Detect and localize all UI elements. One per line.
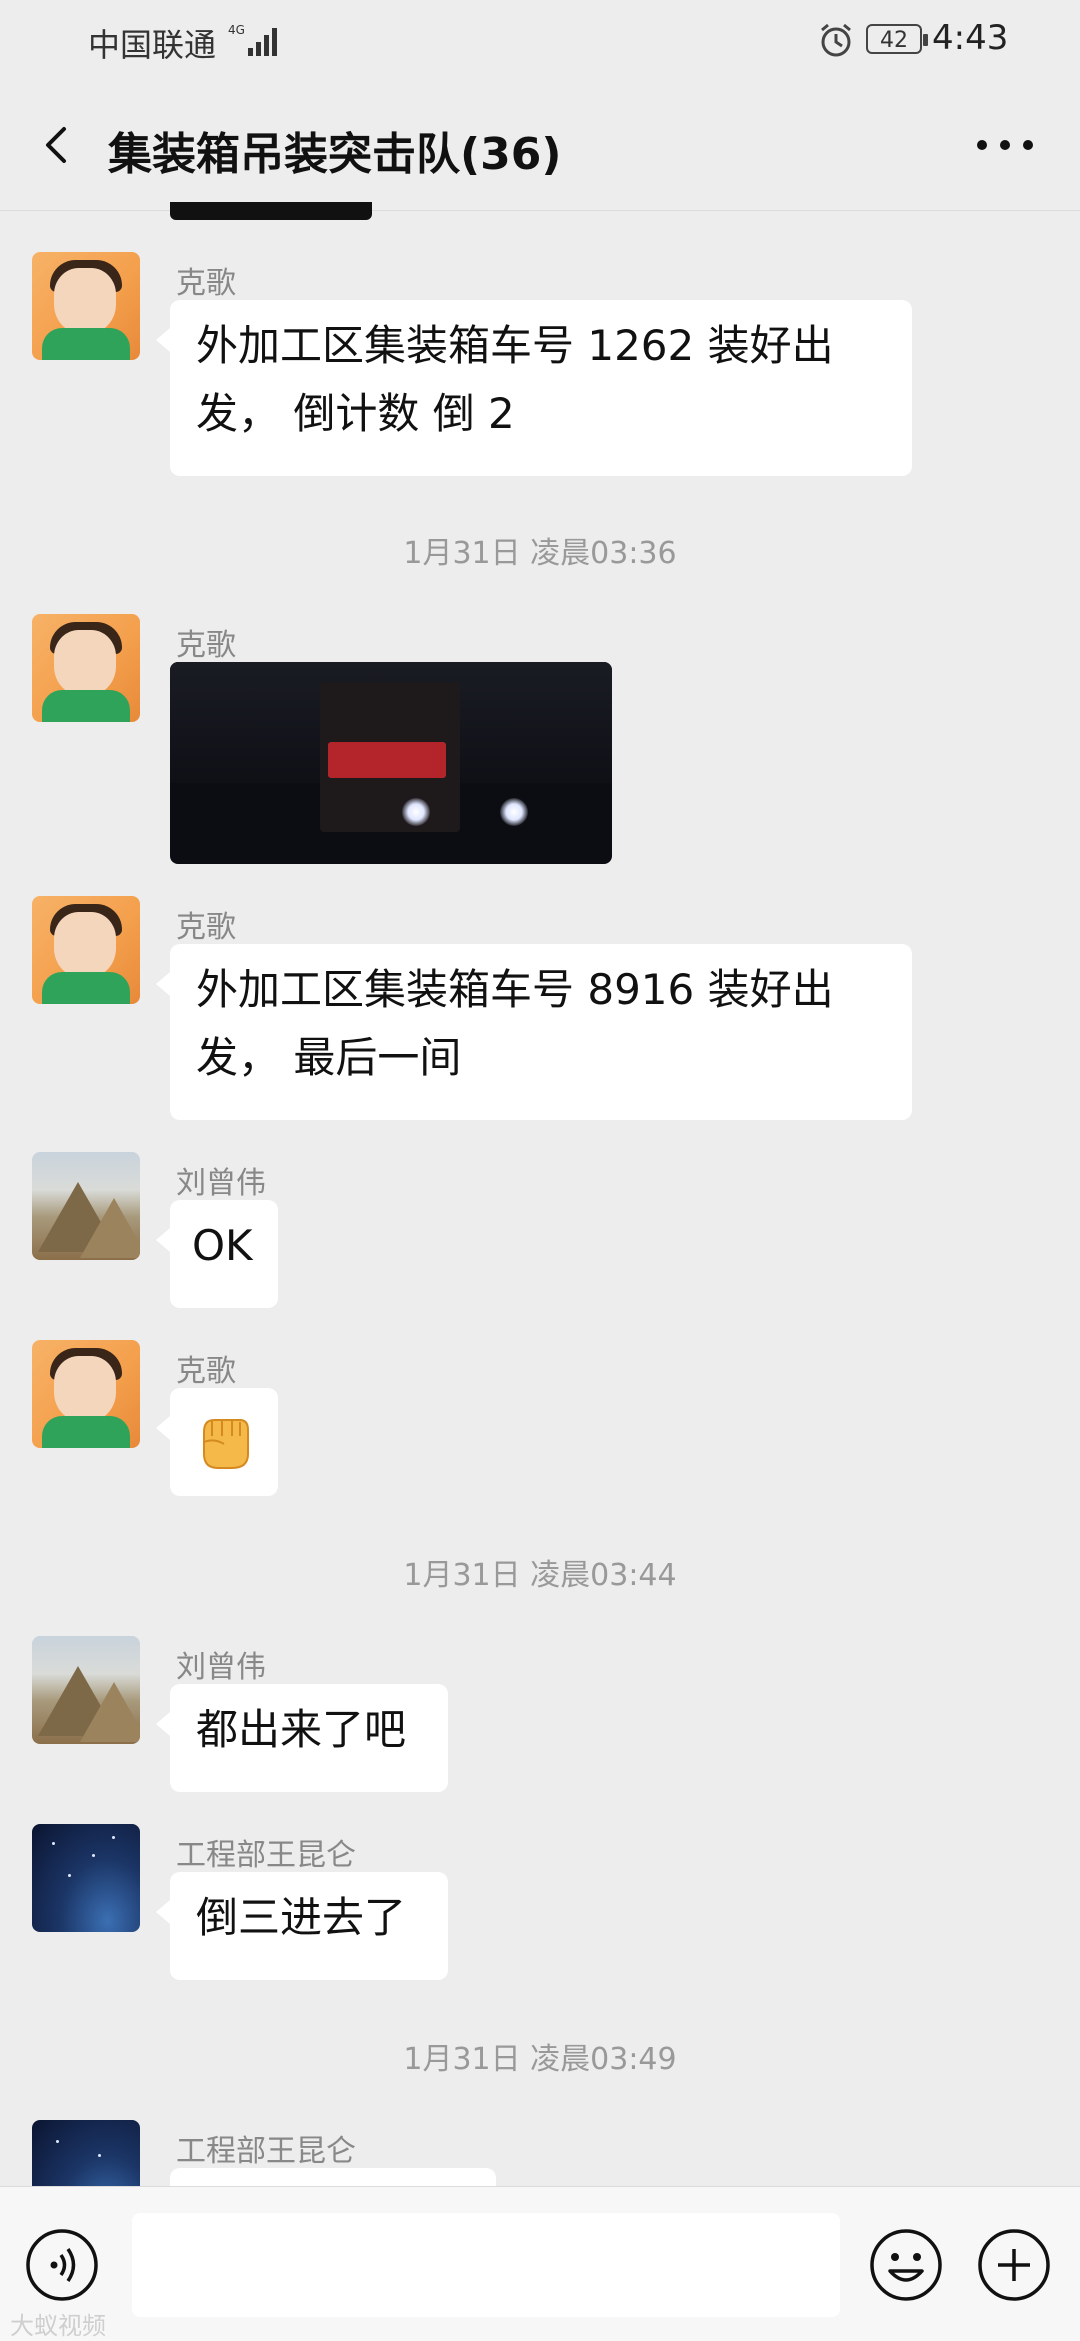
sender-name: 克歌 [176, 628, 236, 663]
sender-name: 工程部王昆仑 [176, 2134, 356, 2169]
input-bar [0, 2186, 1080, 2341]
avatar-wangkunlun[interactable] [32, 1824, 140, 1932]
message-timestamp: 1月31日 凌晨03:36 [403, 536, 677, 571]
message-bubble[interactable]: 都出来了吧 [156, 1684, 448, 1792]
avatar-kege[interactable] [32, 1340, 140, 1448]
message-timestamp: 1月31日 凌晨03:44 [403, 1558, 677, 1593]
carrier-label: 中国联通 [88, 26, 217, 64]
sender-name: 刘曾伟 [176, 1166, 266, 1201]
avatar-liuzengwei[interactable] [32, 1152, 140, 1260]
truck-photo[interactable] [170, 662, 612, 864]
previous-message-stub [170, 202, 372, 220]
chat-header: 集装箱吊装突击队(36) [0, 80, 1080, 211]
emoji-bubble[interactable] [156, 1388, 278, 1496]
avatar-kege[interactable] [32, 896, 140, 1004]
message-bubble[interactable]: 外加工区集装箱车号 1262 装好出发， 倒计数 倒 2 [156, 300, 912, 476]
status-bar: 中国联通 4G 42 4:43 [0, 0, 1080, 80]
sender-name: 克歌 [176, 266, 236, 301]
emoji-icon[interactable] [868, 2227, 944, 2303]
avatar-liuzengwei[interactable] [32, 1636, 140, 1744]
back-icon[interactable] [30, 115, 90, 175]
signal-icon: 4G [228, 23, 277, 56]
message-bubble[interactable]: OK [156, 1200, 278, 1308]
plus-icon[interactable] [976, 2227, 1052, 2303]
message-input[interactable] [132, 2213, 840, 2317]
message-bubble[interactable]: 倒三进去了 [156, 1872, 448, 1980]
battery-indicator: 42 [866, 24, 928, 54]
message-bubble[interactable]: 外加工区集装箱车号 8916 装好出发， 最后一间 [156, 944, 912, 1120]
chat-title: 集装箱吊装突击队(36) [108, 129, 562, 180]
sender-name: 克歌 [176, 1354, 236, 1389]
avatar-kege[interactable] [32, 614, 140, 722]
sender-name: 刘曾伟 [176, 1650, 266, 1685]
watermark-text: 大蚁视频 [10, 2312, 106, 2340]
network-type-label: 4G [228, 23, 245, 37]
fist-emoji-icon [203, 1419, 249, 1469]
avatar-kege[interactable] [32, 252, 140, 360]
more-icon[interactable] [970, 120, 1040, 170]
alarm-icon [821, 23, 851, 57]
message-timestamp: 1月31日 凌晨03:49 [403, 2042, 677, 2077]
status-time: 4:43 [932, 18, 1009, 58]
voice-icon[interactable] [24, 2227, 100, 2303]
sender-name: 工程部王昆仑 [176, 1838, 356, 1873]
sender-name: 克歌 [176, 910, 236, 945]
